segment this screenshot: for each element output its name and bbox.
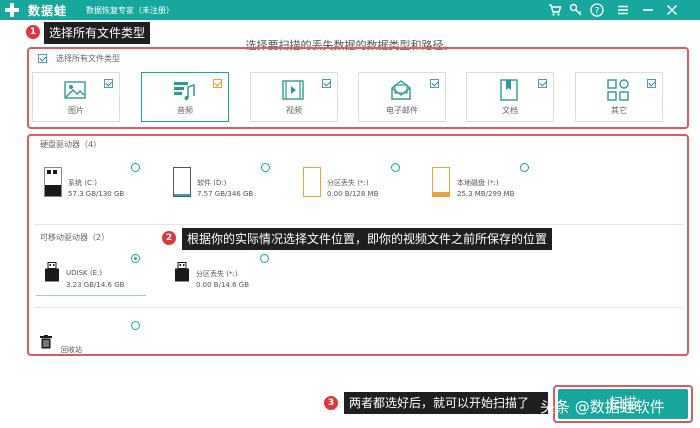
drive-udisk-name: UDISK (E:) — [66, 269, 103, 277]
trash-icon — [40, 335, 52, 349]
watermark-text: 头条 @数据蛙软件 — [540, 398, 665, 416]
type-video-checkbox[interactable] — [322, 79, 331, 88]
type-video-label: 视频 — [286, 106, 302, 115]
title-bar: 数据蛙 数据恢复专家（未注册） ? — [0, 0, 700, 20]
drive-c-radio[interactable] — [131, 163, 140, 172]
drive-c-name: 系统 (C:) — [68, 179, 97, 187]
type-audio-label: 音频 — [177, 106, 193, 115]
drive-d-size: 7.57 GB/346 GB — [197, 190, 254, 198]
audio-icon — [174, 82, 195, 100]
type-documents-label: 文档 — [502, 106, 518, 115]
drive-d-radio[interactable] — [261, 163, 270, 172]
type-email-checkbox[interactable] — [430, 79, 439, 88]
section-divider — [34, 224, 684, 225]
close-icon[interactable] — [665, 3, 679, 17]
type-documents-checkbox[interactable] — [538, 79, 547, 88]
callout-3-badge: 3 — [324, 396, 338, 410]
hard-drives-title: 硬盘驱动器（4） — [40, 140, 102, 149]
type-images-label: 图片 — [68, 106, 84, 115]
video-icon — [282, 80, 304, 100]
drive-lost-size: 0.00 B/128 MB — [327, 190, 379, 198]
drive-lost-name: 分区丢失 (*:) — [327, 179, 369, 187]
section-divider-2 — [34, 307, 684, 308]
app-logo-icon — [5, 3, 19, 17]
help-icon[interactable]: ? — [590, 3, 604, 17]
app-name: 数据蛙 — [28, 4, 68, 18]
drive-d-icon — [173, 167, 191, 197]
document-icon — [500, 79, 518, 101]
app-subtitle: 数据恢复专家（未注册） — [86, 6, 174, 15]
drive-local-name: 本地磁盘 (*:) — [457, 179, 499, 187]
drive-removable-lost-radio[interactable] — [260, 254, 269, 263]
callout-2-badge: 2 — [162, 231, 176, 245]
drive-udisk-radio[interactable] — [131, 254, 140, 263]
drive-udisk-size: 3.23 GB/14.6 GB — [66, 281, 125, 289]
svg-text:?: ? — [595, 7, 600, 17]
select-all-types-checkbox[interactable] — [38, 54, 47, 63]
callout-2-text: 根据你的实际情况选择文件位置，即你的视频文件之前所保存的位置 — [182, 228, 553, 250]
type-other-checkbox[interactable] — [647, 79, 656, 88]
drive-removable-lost-name: 分区丢失 (*:) — [196, 270, 238, 278]
key-icon[interactable] — [569, 3, 583, 17]
drive-lost-radio[interactable] — [391, 163, 400, 172]
drive-d-name: 软件 (D:) — [197, 179, 227, 187]
lost-partition-drive-icon — [303, 167, 321, 197]
type-card-other[interactable]: 其它 — [575, 72, 663, 122]
callout-3-text: 两者都选好后，就可以开始扫描了 — [344, 392, 548, 414]
drive-c-size: 57.3 GB/130 GB — [68, 190, 125, 198]
drive-local-radio[interactable] — [520, 163, 529, 172]
image-icon — [64, 81, 86, 99]
type-images-checkbox[interactable] — [104, 79, 113, 88]
type-card-audio[interactable]: 音频 — [141, 72, 229, 122]
type-other-label: 其它 — [611, 106, 627, 115]
recycle-bin-radio[interactable] — [131, 321, 140, 330]
type-card-email[interactable]: 电子邮件 — [358, 72, 446, 122]
type-card-video[interactable]: 视频 — [250, 72, 338, 122]
email-icon — [391, 80, 411, 100]
udisk-selected-underline — [36, 295, 146, 296]
type-email-label: 电子邮件 — [386, 106, 418, 115]
recycle-bin-label: 回收站 — [61, 346, 82, 354]
type-card-images[interactable]: 图片 — [32, 72, 120, 122]
other-icon — [607, 79, 629, 101]
local-disk-drive-icon — [432, 167, 450, 197]
type-audio-checkbox[interactable] — [213, 79, 222, 88]
removable-drives-title: 可移动驱动器（2） — [40, 233, 110, 242]
usb-lost-partition-icon — [175, 262, 189, 282]
usb-drive-icon — [45, 262, 59, 282]
drive-local-size: 25.3 MB/299 MB — [457, 190, 515, 198]
system-drive-icon — [44, 167, 62, 197]
drive-removable-lost-size: 0.00 B/14.6 GB — [196, 281, 250, 289]
menu-icon[interactable] — [616, 3, 630, 17]
select-all-types-label: 选择所有文件类型 — [56, 54, 120, 63]
type-card-documents[interactable]: 文档 — [466, 72, 554, 122]
cart-icon[interactable] — [548, 3, 562, 17]
minimize-icon[interactable] — [641, 3, 655, 17]
